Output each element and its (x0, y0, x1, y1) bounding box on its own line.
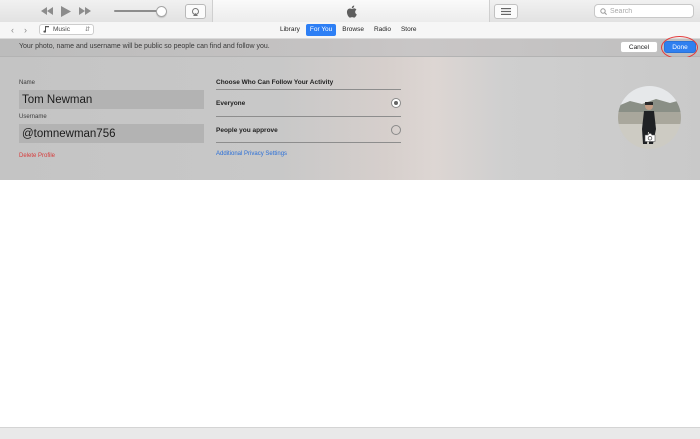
username-label: Username (19, 114, 47, 120)
cancel-button[interactable]: Cancel (620, 41, 658, 53)
history-arrows: ‹ › (6, 24, 32, 35)
chevron-right-icon: › (24, 24, 27, 35)
tab-library[interactable]: Library (276, 24, 304, 36)
additional-privacy-settings-link[interactable]: Additional Privacy Settings (216, 151, 287, 157)
play-icon (61, 5, 71, 17)
notice-text: Your photo, name and username will be pu… (19, 43, 270, 50)
camera-icon (644, 132, 656, 142)
media-kind-select[interactable]: Music ⇵ (39, 24, 94, 35)
list-icon (501, 8, 511, 15)
volume-slider-track[interactable] (114, 10, 162, 12)
volume-slider-knob[interactable] (156, 6, 167, 17)
play-button[interactable] (60, 4, 72, 18)
airplay-icon (192, 7, 199, 16)
back-button[interactable]: ‹ (6, 24, 19, 35)
tab-store[interactable]: Store (397, 24, 421, 36)
radio-people-you-approve[interactable] (391, 125, 401, 135)
delete-profile-link[interactable]: Delete Profile (19, 153, 55, 159)
tab-for-you[interactable]: For You (305, 24, 337, 36)
rewind-button[interactable] (40, 4, 54, 18)
forward-button[interactable]: › (19, 24, 32, 35)
status-bar (0, 427, 700, 439)
updown-chevron-icon: ⇵ (84, 27, 90, 33)
public-profile-notice: Your photo, name and username will be pu… (0, 39, 700, 57)
annotation-highlight-circle (661, 36, 698, 59)
change-photo-button[interactable] (643, 132, 657, 142)
fast-forward-icon (79, 7, 91, 15)
media-kind-label: Music (53, 26, 70, 33)
name-label: Name (19, 80, 36, 86)
username-field[interactable] (19, 124, 204, 143)
search-box[interactable] (594, 4, 694, 18)
music-note-icon (43, 26, 49, 33)
name-field[interactable] (19, 90, 204, 109)
option-everyone-label[interactable]: Everyone (216, 100, 245, 107)
profile-edit-panel (0, 57, 700, 180)
search-input[interactable] (607, 7, 690, 15)
section-tabs: Library For You Browse Radio Store (276, 24, 421, 36)
radio-everyone[interactable] (391, 98, 401, 108)
search-icon (600, 7, 607, 15)
navigation-bar: ‹ › Music ⇵ Library For You Browse Radio… (0, 22, 700, 39)
tab-browse[interactable]: Browse (338, 24, 368, 36)
up-next-list-button[interactable] (494, 4, 518, 19)
player-toolbar (0, 0, 700, 23)
option-people-you-approve-label[interactable]: People you approve (216, 127, 278, 134)
follow-settings-title: Choose Who Can Follow Your Activity (216, 79, 334, 86)
chevron-left-icon: ‹ (11, 24, 14, 35)
divider (216, 142, 401, 143)
apple-logo-icon (346, 5, 357, 18)
tab-radio[interactable]: Radio (370, 24, 395, 36)
divider (216, 116, 401, 117)
divider (216, 89, 401, 90)
lcd-display (212, 0, 490, 22)
rewind-icon (41, 7, 53, 15)
airplay-button[interactable] (185, 4, 206, 19)
fast-forward-button[interactable] (78, 4, 92, 18)
